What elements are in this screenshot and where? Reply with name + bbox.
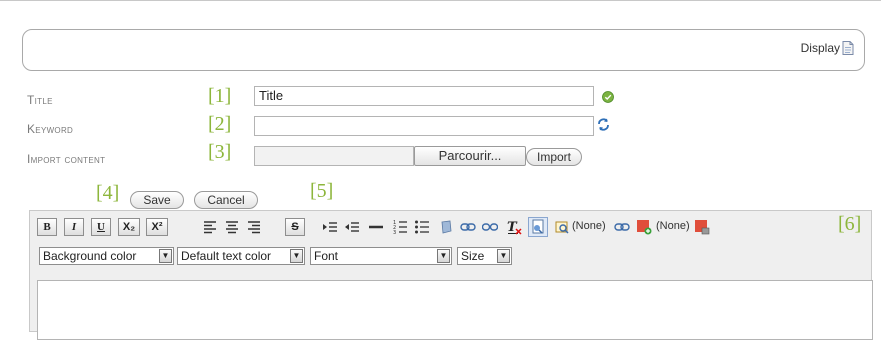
source-button[interactable] — [528, 217, 548, 237]
horizontal-rule-icon[interactable] — [368, 219, 384, 235]
keyword-label: Keyword — [27, 122, 74, 136]
align-right-icon[interactable] — [246, 219, 262, 235]
size-value: Size — [461, 249, 485, 263]
marker-1: [1] — [208, 85, 232, 107]
chevron-down-icon: ▼ — [497, 249, 510, 263]
style-none-label-1[interactable]: (None) — [572, 220, 606, 232]
background-color-select[interactable]: Background color ▼ — [39, 247, 174, 265]
unordered-list-icon[interactable] — [414, 219, 430, 235]
italic-button[interactable]: I — [64, 218, 84, 236]
style-none-label-2[interactable]: (None) — [656, 220, 690, 232]
valid-check-icon — [602, 91, 614, 103]
marker-5: [5] — [310, 180, 334, 202]
marker-2: [2] — [208, 113, 232, 135]
anchor-icon[interactable] — [554, 219, 570, 235]
background-color-value: Background color — [43, 249, 137, 263]
align-left-icon[interactable] — [202, 219, 218, 235]
cancel-button[interactable]: Cancel — [194, 191, 258, 209]
link-small-icon[interactable] — [614, 219, 630, 235]
browse-button[interactable]: Parcourir... — [414, 146, 526, 166]
font-value: Font — [314, 249, 339, 263]
title-input[interactable]: Title — [254, 86, 594, 106]
marker-4: [4] — [96, 182, 120, 204]
bold-button[interactable]: B — [37, 218, 57, 236]
add-color-icon[interactable] — [636, 219, 652, 235]
display-link[interactable]: Display — [801, 41, 854, 55]
font-select[interactable]: Font ▼ — [310, 247, 452, 265]
remove-format-icon[interactable]: T — [506, 219, 522, 235]
chevron-down-icon: ▼ — [290, 249, 303, 263]
indent-icon[interactable] — [322, 219, 338, 235]
subscript-button[interactable]: X₂ — [118, 218, 140, 236]
text-color-value: Default text color — [181, 249, 272, 263]
svg-text:3: 3 — [393, 230, 396, 235]
keyword-input[interactable] — [254, 116, 594, 136]
import-label: Import content — [27, 152, 106, 166]
text-color-select[interactable]: Default text color ▼ — [177, 247, 305, 265]
document-icon — [842, 41, 854, 55]
strikethrough-button[interactable]: S — [285, 218, 305, 236]
align-center-icon[interactable] — [224, 219, 240, 235]
file-path-field[interactable] — [254, 146, 414, 166]
outdent-icon[interactable] — [344, 219, 360, 235]
marker-6: [6] — [838, 213, 862, 235]
link-icon[interactable] — [460, 219, 476, 235]
chevron-down-icon: ▼ — [159, 249, 172, 263]
display-label: Display — [800, 41, 840, 55]
chevron-down-icon: ▼ — [437, 249, 450, 263]
save-button[interactable]: Save — [130, 191, 184, 209]
superscript-button[interactable]: X² — [146, 218, 168, 236]
size-select[interactable]: Size ▼ — [457, 247, 512, 265]
refresh-icon[interactable] — [596, 117, 611, 132]
page-top-border — [0, 0, 881, 10]
source-icon — [532, 219, 544, 234]
marker-3: [3] — [208, 141, 232, 163]
remove-color-icon[interactable] — [694, 219, 710, 235]
header-bar: Display — [22, 29, 865, 71]
image-icon[interactable] — [438, 219, 454, 235]
import-button[interactable]: Import — [526, 148, 582, 166]
unlink-icon[interactable] — [482, 219, 498, 235]
title-label: Title — [27, 93, 53, 107]
ordered-list-icon[interactable]: 123 — [392, 219, 408, 235]
editor-content-area[interactable] — [37, 280, 873, 340]
underline-button[interactable]: U — [91, 218, 111, 236]
